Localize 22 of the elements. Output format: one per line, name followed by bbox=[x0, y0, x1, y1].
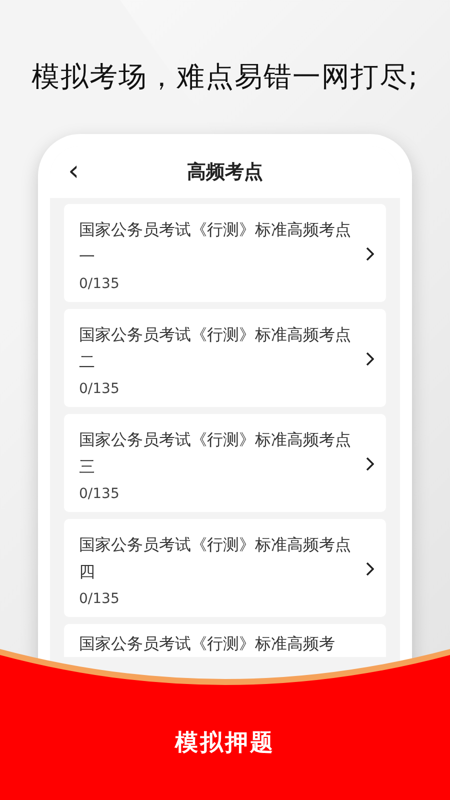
banner-title: 模拟押题 bbox=[174, 729, 276, 758]
topic-title: 国家公务员考试《行测》标准高频考点一 bbox=[79, 219, 352, 268]
back-button[interactable]: ‹ bbox=[62, 154, 86, 187]
progress-count: 0/135 bbox=[79, 486, 120, 502]
progress-count: 0/135 bbox=[79, 276, 120, 292]
topic-title: 国家公务员考试《行测》标准高频考点三 bbox=[79, 429, 352, 478]
headline: 模拟考场，难点易错一网打尽; bbox=[31, 59, 419, 95]
topic-title: 国家公务员考试《行测》标准高频考点四 bbox=[79, 534, 352, 583]
chevron-right-icon bbox=[366, 562, 374, 576]
topic-card[interactable]: 国家公务员考试《行测》标准高频考点二 0/135 bbox=[64, 309, 386, 407]
progress-count: 0/135 bbox=[79, 591, 120, 607]
topic-card[interactable]: 国家公务员考试《行测》标准高频考点三 0/135 bbox=[64, 414, 386, 512]
topic-card[interactable]: 国家公务员考试《行测》标准高频考 bbox=[64, 624, 386, 657]
topic-title: 国家公务员考试《行测》标准高频考点二 bbox=[79, 324, 352, 373]
topic-card[interactable]: 国家公务员考试《行测》标准高频考点一 0/135 bbox=[64, 204, 386, 302]
topic-card[interactable]: 国家公务员考试《行测》标准高频考点四 0/135 bbox=[64, 519, 386, 617]
screen-title: 高频考点 bbox=[187, 160, 263, 185]
progress-count: 0/135 bbox=[79, 381, 120, 397]
topic-title: 国家公务员考试《行测》标准高频考 bbox=[79, 633, 336, 655]
chevron-right-icon bbox=[366, 457, 374, 471]
chevron-right-icon bbox=[366, 247, 374, 261]
chevron-right-icon bbox=[366, 352, 374, 366]
